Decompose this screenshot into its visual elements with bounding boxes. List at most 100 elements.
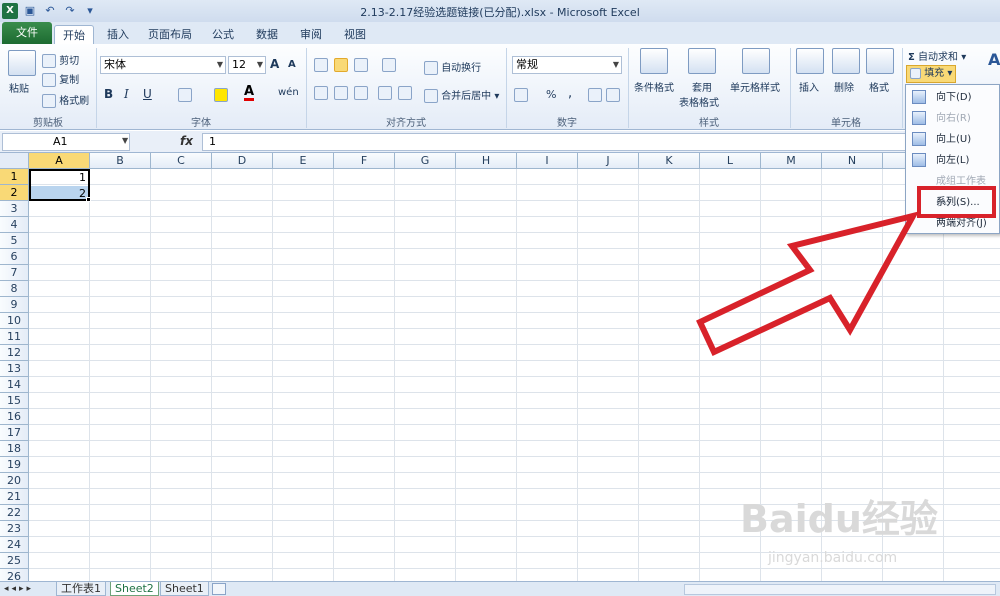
column-header-n[interactable]: N bbox=[822, 153, 883, 169]
align-center-icon[interactable] bbox=[334, 86, 348, 100]
copy-button[interactable]: 复制 bbox=[42, 71, 79, 87]
format-cells-icon[interactable] bbox=[866, 48, 894, 74]
sheet-tab-active[interactable]: Sheet2 bbox=[110, 582, 159, 596]
delete-cells-icon[interactable] bbox=[832, 48, 860, 74]
row-header-24[interactable]: 24 bbox=[0, 537, 29, 553]
column-header-h[interactable]: H bbox=[456, 153, 517, 169]
column-header-d[interactable]: D bbox=[212, 153, 273, 169]
select-all-corner[interactable] bbox=[0, 153, 29, 169]
column-header-a[interactable]: A bbox=[29, 153, 90, 169]
fill-menu-item-1[interactable]: 向下(D) bbox=[910, 87, 998, 108]
column-header-k[interactable]: K bbox=[639, 153, 700, 169]
row-header-12[interactable]: 12 bbox=[0, 345, 29, 361]
row-header-2[interactable]: 2 bbox=[0, 185, 29, 201]
column-header-f[interactable]: F bbox=[334, 153, 395, 169]
column-header-j[interactable]: J bbox=[578, 153, 639, 169]
paste-label[interactable]: 粘贴 bbox=[9, 80, 29, 95]
percent-button[interactable]: % bbox=[546, 88, 556, 101]
name-box[interactable]: A1 bbox=[2, 133, 130, 151]
phonetic-button[interactable]: wén bbox=[278, 87, 299, 98]
fill-color-icon[interactable] bbox=[214, 88, 228, 102]
underline-button[interactable]: U bbox=[143, 87, 152, 101]
merge-center-button[interactable]: 合并后居中 ▾ bbox=[424, 87, 499, 103]
borders-icon[interactable] bbox=[178, 88, 192, 102]
chevron-down-icon[interactable]: ▼ bbox=[122, 136, 128, 145]
row-header-4[interactable]: 4 bbox=[0, 217, 29, 233]
sheet-nav-arrows-icon[interactable]: ◂◂▸▸ bbox=[4, 582, 34, 596]
row-header-13[interactable]: 13 bbox=[0, 361, 29, 377]
tab-review[interactable]: 审阅 bbox=[296, 25, 326, 44]
delete-cells-label[interactable]: 删除 bbox=[834, 79, 854, 94]
new-sheet-icon[interactable] bbox=[212, 583, 226, 595]
row-header-22[interactable]: 22 bbox=[0, 505, 29, 521]
align-right-icon[interactable] bbox=[354, 86, 368, 100]
font-size-select[interactable]: 12 ▼ bbox=[228, 56, 266, 74]
row-header-7[interactable]: 7 bbox=[0, 265, 29, 281]
insert-cells-icon[interactable] bbox=[796, 48, 824, 74]
wrap-text-button[interactable]: 自动换行 bbox=[424, 59, 481, 75]
font-color-icon[interactable]: A bbox=[244, 85, 255, 101]
column-header-e[interactable]: E bbox=[273, 153, 334, 169]
grow-font-button[interactable]: A bbox=[270, 57, 279, 71]
format-cells-label[interactable]: 格式 bbox=[869, 79, 889, 94]
align-bottom-icon[interactable] bbox=[354, 58, 368, 72]
horizontal-scrollbar[interactable] bbox=[684, 584, 996, 595]
format-as-table-label-2[interactable]: 表格格式 bbox=[679, 94, 719, 109]
row-header-26[interactable]: 26 bbox=[0, 569, 29, 581]
format-as-table-label-1[interactable]: 套用 bbox=[692, 79, 712, 94]
column-header-c[interactable]: C bbox=[151, 153, 212, 169]
paste-icon[interactable] bbox=[8, 50, 36, 76]
row-header-3[interactable]: 3 bbox=[0, 201, 29, 217]
row-header-8[interactable]: 8 bbox=[0, 281, 29, 297]
column-header-m[interactable]: M bbox=[761, 153, 822, 169]
row-header-9[interactable]: 9 bbox=[0, 297, 29, 313]
sheet-tab[interactable]: Sheet1 bbox=[160, 582, 209, 596]
tab-formulas[interactable]: 公式 bbox=[208, 25, 238, 44]
fill-button[interactable]: 填充 ▾ bbox=[906, 65, 957, 83]
row-header-14[interactable]: 14 bbox=[0, 377, 29, 393]
shrink-font-button[interactable]: A bbox=[288, 59, 296, 70]
align-left-icon[interactable] bbox=[314, 86, 328, 100]
increase-indent-icon[interactable] bbox=[398, 86, 412, 100]
column-header-g[interactable]: G bbox=[395, 153, 456, 169]
align-top-icon[interactable] bbox=[314, 58, 328, 72]
comma-button[interactable]: , bbox=[568, 86, 572, 101]
increase-decimal-icon[interactable] bbox=[588, 88, 602, 102]
bold-button[interactable]: B bbox=[104, 87, 113, 101]
row-header-25[interactable]: 25 bbox=[0, 553, 29, 569]
align-middle-icon[interactable] bbox=[334, 58, 348, 72]
row-header-11[interactable]: 11 bbox=[0, 329, 29, 345]
row-header-16[interactable]: 16 bbox=[0, 409, 29, 425]
tab-data[interactable]: 数据 bbox=[252, 25, 282, 44]
accounting-icon[interactable] bbox=[514, 88, 528, 102]
decrease-decimal-icon[interactable] bbox=[606, 88, 620, 102]
column-header-b[interactable]: B bbox=[90, 153, 151, 169]
cell-styles-icon[interactable] bbox=[742, 48, 770, 74]
number-format-select[interactable]: 常规 ▼ bbox=[512, 56, 622, 74]
fill-menu-item-4[interactable]: 向左(L) bbox=[910, 150, 998, 171]
italic-button[interactable]: I bbox=[124, 87, 129, 101]
row-header-6[interactable]: 6 bbox=[0, 249, 29, 265]
row-header-21[interactable]: 21 bbox=[0, 489, 29, 505]
row-header-20[interactable]: 20 bbox=[0, 473, 29, 489]
row-header-5[interactable]: 5 bbox=[0, 233, 29, 249]
cut-button[interactable]: 剪切 bbox=[42, 52, 79, 68]
formula-input[interactable]: 1 bbox=[202, 133, 908, 151]
conditional-formatting-icon[interactable] bbox=[640, 48, 668, 74]
row-header-1[interactable]: 1 bbox=[0, 169, 29, 185]
sort-filter-icon[interactable]: A bbox=[988, 50, 1000, 69]
insert-function-button[interactable]: fx bbox=[180, 134, 193, 148]
fill-menu-item-3[interactable]: 向上(U) bbox=[910, 129, 998, 150]
tab-insert[interactable]: 插入 bbox=[103, 25, 133, 44]
conditional-formatting-label[interactable]: 条件格式 bbox=[634, 79, 674, 94]
row-header-19[interactable]: 19 bbox=[0, 457, 29, 473]
row-header-15[interactable]: 15 bbox=[0, 393, 29, 409]
decrease-indent-icon[interactable] bbox=[378, 86, 392, 100]
font-name-select[interactable]: 宋体 ▼ bbox=[100, 56, 226, 74]
cell-styles-label[interactable]: 单元格样式 bbox=[730, 79, 780, 94]
format-painter-button[interactable]: 格式刷 bbox=[42, 92, 89, 108]
orientation-icon[interactable] bbox=[382, 58, 396, 72]
autosum-button[interactable]: Σ 自动求和 ▾ bbox=[908, 48, 966, 63]
tab-file[interactable]: 文件 bbox=[2, 22, 52, 44]
sheet-tab[interactable]: 工作表1 bbox=[56, 582, 106, 596]
